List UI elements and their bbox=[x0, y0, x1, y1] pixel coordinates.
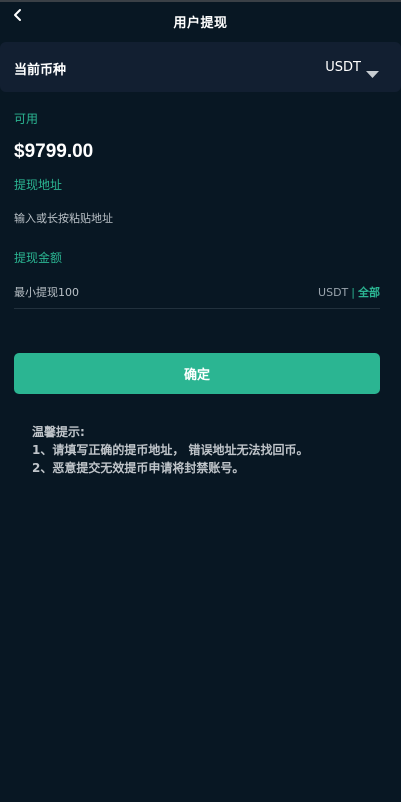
currency-value: USDT bbox=[325, 60, 361, 75]
address-input[interactable] bbox=[14, 207, 380, 229]
currency-selector[interactable]: 当前币种 USDT bbox=[0, 42, 401, 92]
header: 用户提现 bbox=[0, 2, 401, 40]
address-label: 提现地址 bbox=[14, 178, 63, 192]
amount-input[interactable] bbox=[14, 282, 274, 302]
page-title: 用户提现 bbox=[173, 16, 228, 31]
available-balance: $9799.00 bbox=[14, 141, 94, 162]
withdraw-all-button[interactable]: 全部 bbox=[358, 286, 380, 299]
amount-unit-group: USDT | 全部 bbox=[318, 284, 380, 300]
caret-down-icon bbox=[366, 64, 379, 78]
amount-label: 提现金额 bbox=[14, 251, 63, 265]
currency-label: 当前币种 bbox=[14, 63, 67, 78]
tips-section: 温馨提示: 1、请填写正确的提币地址， 错误地址无法找回币。 2、恶意提交无效提… bbox=[32, 423, 392, 477]
amount-separator: | bbox=[351, 286, 355, 299]
amount-row: USDT|全部 bbox=[14, 280, 380, 309]
confirm-button[interactable]: 确定 bbox=[14, 353, 380, 394]
amount-unit: USDT bbox=[318, 286, 349, 299]
tips-line: 2、恶意提交无效提币申请将封禁账号。 bbox=[32, 461, 245, 475]
tips-line: 1、请填写正确的提币地址， 错误地址无法找回币。 bbox=[32, 443, 309, 457]
available-label: 可用 bbox=[14, 112, 39, 126]
tips-title: 温馨提示: bbox=[32, 425, 85, 439]
